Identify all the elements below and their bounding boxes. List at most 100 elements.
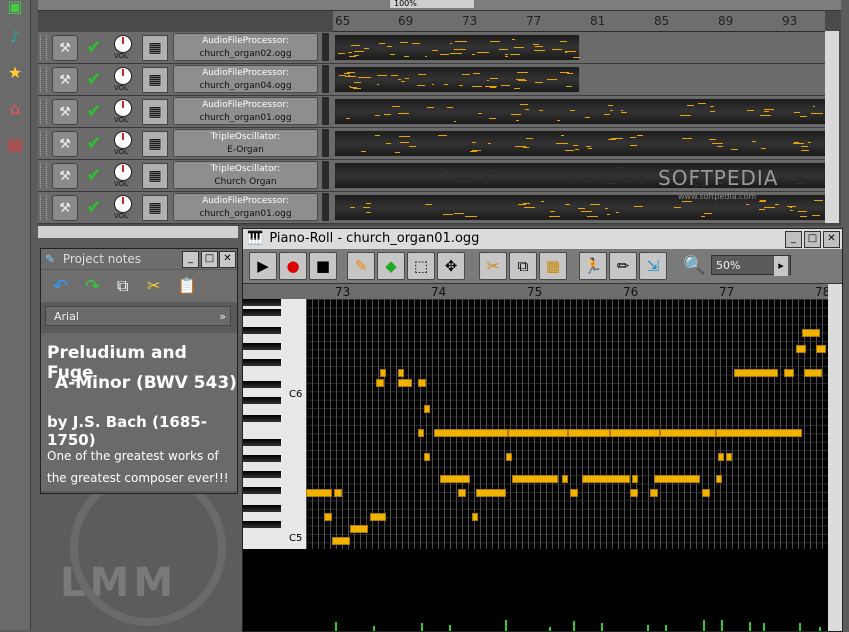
note-block[interactable] bbox=[458, 489, 466, 497]
note-block[interactable] bbox=[802, 329, 820, 337]
note-block[interactable] bbox=[472, 513, 478, 521]
instrument-button[interactable]: ▦ bbox=[142, 163, 168, 189]
note-block[interactable] bbox=[726, 453, 732, 461]
black-key[interactable] bbox=[243, 327, 281, 334]
note-block[interactable] bbox=[804, 369, 822, 377]
track-grip[interactable] bbox=[40, 195, 47, 220]
record-button[interactable]: ● bbox=[279, 252, 307, 280]
note-block[interactable] bbox=[398, 379, 412, 387]
black-key[interactable] bbox=[243, 455, 281, 462]
note-block[interactable] bbox=[630, 489, 638, 497]
note-block[interactable] bbox=[350, 525, 368, 533]
note-block[interactable] bbox=[370, 513, 386, 521]
note-block[interactable] bbox=[660, 429, 716, 437]
notes-titlebar[interactable]: ✎ Project notes _ □ ✕ bbox=[41, 249, 237, 269]
minimize-button[interactable]: _ bbox=[182, 251, 199, 268]
black-key[interactable] bbox=[243, 343, 281, 350]
close-button[interactable]: ✕ bbox=[219, 251, 236, 268]
cut-icon[interactable]: ✂ bbox=[147, 276, 160, 295]
piano-roll-timeline[interactable]: 73 74 75 76 77 78 bbox=[243, 284, 828, 300]
note-block[interactable] bbox=[434, 429, 508, 437]
running-man-icon[interactable]: 🏃 bbox=[579, 252, 607, 280]
track-name-button[interactable]: AudioFileProcessor: church_organ01.ogg bbox=[173, 97, 318, 125]
volume-knob[interactable] bbox=[114, 195, 132, 213]
close-button[interactable]: ✕ bbox=[823, 231, 840, 248]
note-block[interactable] bbox=[796, 345, 806, 353]
more-options-icon[interactable]: » bbox=[219, 307, 226, 327]
track-name-button[interactable]: AudioFileProcessor: church_organ01.ogg bbox=[173, 193, 318, 221]
velocity-bar[interactable] bbox=[373, 626, 375, 631]
note-block[interactable] bbox=[784, 369, 794, 377]
paste-icon[interactable]: ▦ bbox=[539, 252, 567, 280]
minimize-button[interactable]: _ bbox=[785, 231, 802, 248]
velocity-bar[interactable] bbox=[449, 625, 451, 631]
instrument-button[interactable]: ▦ bbox=[142, 195, 168, 221]
home-icon[interactable]: ⌂ bbox=[4, 96, 26, 120]
mute-checkmark-icon[interactable]: ✔ bbox=[82, 99, 106, 123]
note-block[interactable] bbox=[324, 513, 332, 521]
song-timeline[interactable]: 65 69 73 77 81 85 89 93 bbox=[333, 11, 825, 32]
pattern-block[interactable] bbox=[334, 130, 826, 157]
track-actions-icon[interactable]: ⚒ bbox=[52, 131, 78, 157]
instrument-button[interactable]: ▦ bbox=[142, 131, 168, 157]
cut-icon[interactable]: ✂ bbox=[479, 252, 507, 280]
black-key[interactable] bbox=[243, 359, 281, 366]
black-key[interactable] bbox=[243, 487, 281, 494]
track-actions-icon[interactable]: ⚒ bbox=[52, 195, 78, 221]
black-key[interactable] bbox=[243, 505, 281, 512]
note-block[interactable] bbox=[418, 429, 424, 437]
note-block[interactable] bbox=[654, 475, 700, 483]
play-button[interactable]: ▶ bbox=[249, 252, 277, 280]
note-block[interactable] bbox=[380, 369, 386, 377]
star-icon[interactable]: ★ bbox=[4, 60, 26, 84]
maximize-button[interactable]: □ bbox=[201, 251, 218, 268]
song-zoom-display[interactable]: 100% bbox=[390, 0, 474, 8]
copy-icon[interactable]: ⧉ bbox=[117, 276, 128, 296]
mute-checkmark-icon[interactable]: ✔ bbox=[82, 195, 106, 219]
velocity-bar[interactable] bbox=[647, 625, 649, 631]
note-block[interactable] bbox=[716, 429, 802, 437]
track-name-button[interactable]: TripleOscillator: Church Organ bbox=[173, 161, 318, 189]
pencil-icon[interactable]: ✏ bbox=[609, 252, 637, 280]
note-grid[interactable] bbox=[306, 299, 828, 549]
track-grip[interactable] bbox=[40, 131, 47, 156]
magic-icon[interactable]: ⇲ bbox=[639, 252, 667, 280]
instrument-plugins-icon[interactable]: ▣ bbox=[4, 0, 26, 18]
note-block[interactable] bbox=[582, 475, 630, 483]
note-block[interactable] bbox=[632, 475, 638, 483]
note-block[interactable] bbox=[562, 475, 568, 483]
velocity-bar[interactable] bbox=[549, 627, 551, 631]
pattern-block[interactable] bbox=[334, 98, 826, 125]
mute-checkmark-icon[interactable]: ✔ bbox=[82, 131, 106, 155]
song-vertical-scrollbar[interactable] bbox=[825, 31, 839, 223]
black-key[interactable] bbox=[243, 415, 281, 422]
note-block[interactable] bbox=[718, 453, 724, 461]
zoom-select[interactable]: 50% ▸ bbox=[711, 255, 791, 275]
note-block[interactable] bbox=[506, 453, 512, 461]
note-block[interactable] bbox=[418, 379, 426, 387]
volume-knob[interactable] bbox=[114, 131, 132, 149]
note-block[interactable] bbox=[816, 345, 826, 353]
maximize-button[interactable]: □ bbox=[804, 231, 821, 248]
note-block[interactable] bbox=[570, 489, 578, 497]
note-block[interactable] bbox=[332, 537, 350, 545]
paste-icon[interactable]: 📋 bbox=[177, 276, 197, 295]
velocity-bar[interactable] bbox=[505, 620, 507, 631]
velocity-area[interactable] bbox=[243, 549, 828, 631]
velocity-bar[interactable] bbox=[721, 620, 723, 631]
note-block[interactable] bbox=[376, 379, 384, 387]
volume-knob[interactable] bbox=[114, 35, 132, 53]
black-key[interactable] bbox=[243, 299, 281, 306]
track-actions-icon[interactable]: ⚒ bbox=[52, 163, 78, 189]
redo-icon[interactable]: ↷ bbox=[85, 276, 100, 297]
instrument-button[interactable]: ▦ bbox=[142, 67, 168, 93]
velocity-bar[interactable] bbox=[703, 620, 705, 631]
track-name-button[interactable]: TripleOscillator: E-Organ bbox=[173, 129, 318, 157]
music-note-icon[interactable]: ♪ bbox=[4, 24, 26, 48]
stop-button[interactable]: ■ bbox=[309, 252, 337, 280]
note-block[interactable] bbox=[716, 475, 722, 483]
black-key[interactable] bbox=[243, 439, 281, 446]
erase-mode-icon[interactable]: ◆ bbox=[377, 252, 405, 280]
note-block[interactable] bbox=[508, 429, 568, 437]
track-name-button[interactable]: AudioFileProcessor: church_organ02.ogg bbox=[173, 33, 318, 61]
